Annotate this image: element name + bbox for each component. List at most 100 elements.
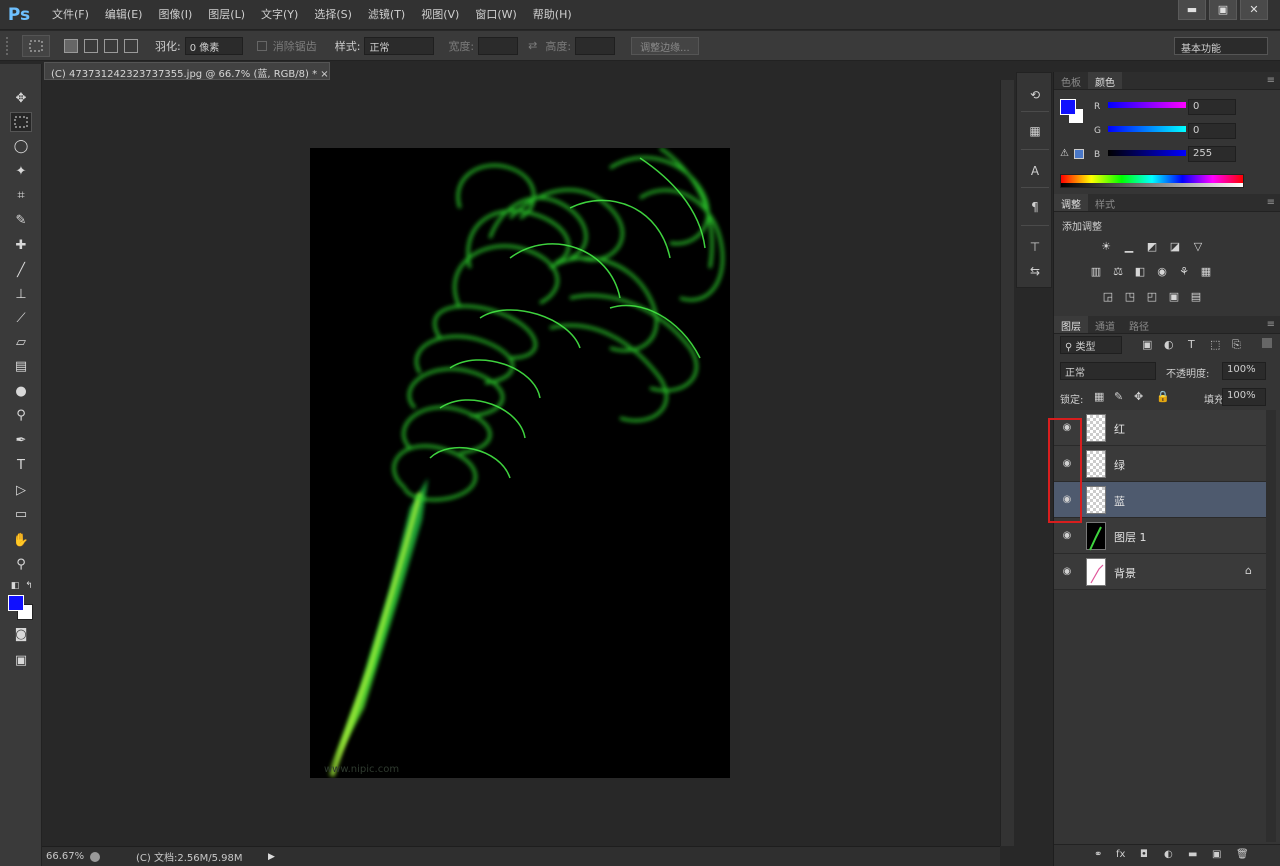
- tab-channels[interactable]: 通道: [1088, 316, 1122, 333]
- minimize-button[interactable]: ▬: [1178, 0, 1206, 20]
- r-channel-slider[interactable]: [1108, 102, 1186, 108]
- new-adjustment-layer-icon[interactable]: ◐: [1164, 849, 1173, 860]
- new-selection-icon[interactable]: [64, 38, 78, 53]
- curves-icon[interactable]: ◩: [1144, 239, 1160, 253]
- black-white-icon[interactable]: ◧: [1132, 264, 1148, 278]
- tab-paths[interactable]: 路径: [1122, 316, 1156, 333]
- swap-colors-icon[interactable]: ↰: [18, 576, 40, 596]
- menu-edit[interactable]: 编辑(E): [97, 0, 151, 30]
- web-color-swatch[interactable]: [1074, 149, 1084, 159]
- link-layers-icon[interactable]: ⚭: [1094, 849, 1102, 860]
- g-channel-input[interactable]: 0: [1188, 123, 1236, 139]
- panel-menu-icon[interactable]: ≡: [1267, 319, 1275, 330]
- type-tool-icon[interactable]: T: [10, 455, 32, 475]
- layer-filter-select[interactable]: ⚲ 类型: [1060, 336, 1122, 354]
- color-balance-icon[interactable]: ⚖: [1110, 264, 1126, 278]
- close-button[interactable]: ✕: [1240, 0, 1268, 20]
- eyedropper-tool-icon[interactable]: ✎: [10, 210, 32, 230]
- layer-row-blue[interactable]: ◉ 蓝: [1054, 482, 1266, 518]
- b-channel-slider[interactable]: [1108, 150, 1186, 156]
- delete-layer-icon[interactable]: 🗑: [1236, 849, 1249, 860]
- r-channel-input[interactable]: 0: [1188, 99, 1236, 115]
- filter-toggle-icon[interactable]: [1262, 338, 1272, 348]
- threshold-icon[interactable]: ◰: [1144, 289, 1160, 303]
- menu-window[interactable]: 窗口(W): [467, 0, 524, 30]
- invert-icon[interactable]: ◲: [1100, 289, 1116, 303]
- photo-filter-icon[interactable]: ◉: [1154, 264, 1170, 278]
- tab-layers[interactable]: 图层: [1054, 316, 1088, 333]
- visibility-eye-icon[interactable]: ◉: [1060, 566, 1074, 577]
- screen-mode-icon[interactable]: ▣: [10, 650, 32, 670]
- layers-scrollbar[interactable]: [1266, 410, 1276, 842]
- blend-mode-select[interactable]: 正常: [1060, 362, 1156, 380]
- filter-shape-icon[interactable]: ⬚: [1210, 338, 1220, 351]
- selective-color-icon[interactable]: ▤: [1188, 289, 1204, 303]
- gamut-warning-icon[interactable]: ⚠: [1060, 148, 1069, 159]
- tab-color[interactable]: 颜色: [1088, 72, 1122, 89]
- magic-wand-tool-icon[interactable]: ✦: [10, 161, 32, 181]
- dodge-tool-icon[interactable]: ⚲: [10, 405, 32, 425]
- workspace-select[interactable]: 基本功能: [1174, 37, 1268, 55]
- status-menu-arrow-icon[interactable]: ▶: [268, 852, 275, 862]
- refine-edge-button[interactable]: 调整边缘...: [631, 36, 699, 55]
- move-tool-icon[interactable]: ✥: [10, 88, 32, 108]
- tool-presets-panel-icon[interactable]: ⊤: [1025, 237, 1045, 257]
- levels-icon[interactable]: ▁: [1121, 239, 1137, 253]
- layer-row-layer1[interactable]: ◉ 图层 1: [1054, 518, 1266, 554]
- layer-row-background[interactable]: ◉ 背景 ⌂: [1054, 554, 1266, 590]
- pen-tool-icon[interactable]: ✒: [10, 430, 32, 450]
- menu-layer[interactable]: 图层(L): [200, 0, 253, 30]
- actions-panel-icon[interactable]: ▦: [1025, 121, 1045, 141]
- posterize-icon[interactable]: ◳: [1122, 289, 1138, 303]
- hue-saturation-icon[interactable]: ▥: [1088, 264, 1104, 278]
- document-canvas[interactable]: www.nipic.com: [310, 148, 730, 778]
- filter-pixel-icon[interactable]: ▣: [1142, 338, 1152, 351]
- brightness-contrast-icon[interactable]: ☀: [1098, 239, 1114, 253]
- height-input[interactable]: [575, 36, 616, 55]
- document-tab[interactable]: (C) 473731242323737355.jpg @ 66.7% (蓝, R…: [44, 62, 330, 80]
- new-group-icon[interactable]: ▬: [1188, 849, 1197, 860]
- tab-styles[interactable]: 样式: [1088, 194, 1122, 211]
- filter-smart-object-icon[interactable]: ⎘: [1232, 338, 1241, 352]
- marquee-tool-icon[interactable]: [10, 112, 32, 132]
- gradient-map-icon[interactable]: ▣: [1166, 289, 1182, 303]
- g-channel-slider[interactable]: [1108, 126, 1186, 132]
- paragraph-panel-icon[interactable]: ¶: [1025, 197, 1045, 217]
- tool-preset-picker[interactable]: [22, 34, 50, 57]
- menu-type[interactable]: 文字(Y): [253, 0, 306, 30]
- visibility-eye-icon[interactable]: ◉: [1060, 530, 1074, 541]
- filter-type-icon[interactable]: T: [1188, 338, 1195, 351]
- clone-stamp-tool-icon[interactable]: ⊥: [10, 284, 32, 304]
- quick-mask-icon[interactable]: ◙: [10, 624, 32, 644]
- history-brush-tool-icon[interactable]: ⟋: [10, 308, 32, 328]
- add-selection-icon[interactable]: [84, 38, 98, 53]
- foreground-color-swatch[interactable]: [8, 595, 24, 611]
- menu-image[interactable]: 图像(I): [150, 0, 200, 30]
- antialias-checkbox[interactable]: [256, 40, 267, 51]
- options-grip[interactable]: [6, 36, 14, 55]
- panel-menu-icon[interactable]: ≡: [1267, 197, 1275, 208]
- layer-name[interactable]: 红: [1114, 421, 1125, 437]
- lock-image-icon[interactable]: ✎: [1114, 390, 1123, 403]
- zoom-tool-icon[interactable]: ⚲: [10, 554, 32, 574]
- canvas-vertical-scrollbar[interactable]: [1000, 80, 1014, 846]
- healing-brush-tool-icon[interactable]: ✚: [10, 235, 32, 255]
- layer-style-icon[interactable]: fx: [1116, 849, 1125, 860]
- blur-tool-icon[interactable]: ●: [10, 381, 32, 401]
- fill-input[interactable]: 100%: [1222, 388, 1266, 406]
- vibrance-icon[interactable]: ▽: [1190, 239, 1206, 253]
- panel-menu-icon[interactable]: ≡: [1267, 75, 1275, 86]
- hand-tool-icon[interactable]: ✋: [10, 530, 32, 550]
- intersect-selection-icon[interactable]: [124, 38, 138, 53]
- eraser-tool-icon[interactable]: ▱: [10, 332, 32, 352]
- opacity-input[interactable]: 100%: [1222, 362, 1266, 380]
- color-spectrum-bar[interactable]: [1060, 174, 1244, 188]
- menu-help[interactable]: 帮助(H): [525, 0, 580, 30]
- tab-swatches[interactable]: 色板: [1054, 72, 1088, 89]
- filter-adjustment-icon[interactable]: ◐: [1164, 338, 1174, 351]
- status-info-icon[interactable]: [90, 851, 100, 862]
- new-layer-icon[interactable]: ▣: [1212, 849, 1221, 860]
- character-panel-icon[interactable]: A: [1025, 161, 1045, 181]
- shape-tool-icon[interactable]: ▭: [10, 504, 32, 524]
- gradient-tool-icon[interactable]: ▤: [10, 356, 32, 376]
